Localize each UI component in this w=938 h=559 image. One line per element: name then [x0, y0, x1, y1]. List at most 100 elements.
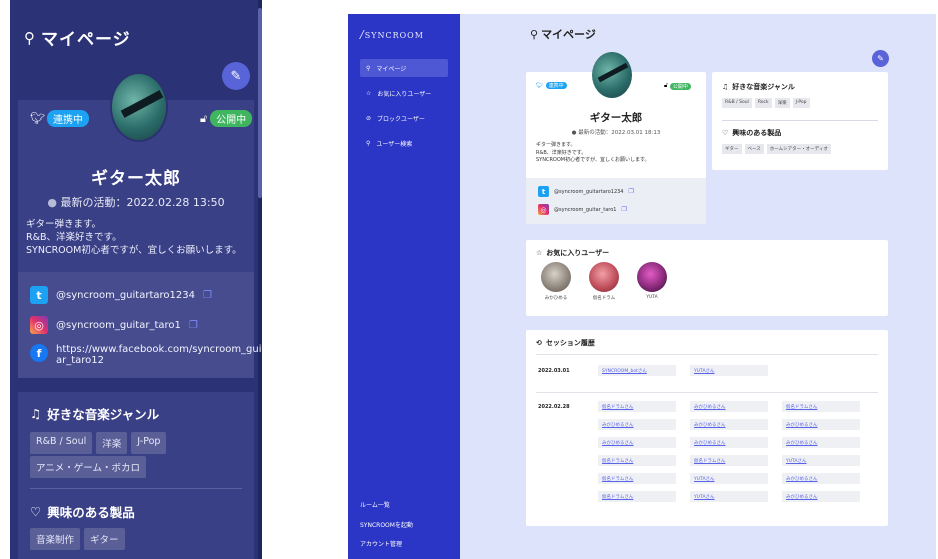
favorite-user[interactable]: YUTA	[632, 262, 672, 300]
copy-icon[interactable]: ❐	[189, 320, 198, 331]
genre-chip: アニメ・ゲーム・ボカロ	[30, 456, 147, 478]
session-user-link[interactable]: みかひめるさん	[782, 491, 860, 502]
instagram-icon: ◎	[30, 316, 48, 334]
facebook-link[interactable]: f https://www.facebook.com/syncroom_guit…	[30, 344, 262, 366]
product-chip: 音楽制作	[30, 528, 81, 550]
product-chip: ベース	[744, 144, 764, 154]
sessions-section-title: ⟲ セッション履歴	[536, 338, 595, 348]
session-user-link[interactable]: みかひめるさん	[598, 437, 676, 448]
heart-icon: ♡	[722, 129, 729, 137]
session-user-link[interactable]: みかひめるさん	[782, 419, 860, 430]
session-user-link[interactable]: YUTAさん	[782, 455, 860, 466]
favorite-user[interactable]: 仮名ドラム	[584, 262, 624, 301]
brand-logo[interactable]: ∕SYNCROOM	[360, 28, 424, 41]
session-date: 2022.02.28	[538, 404, 570, 410]
session-user-link[interactable]: 仮名ドラムさん	[782, 401, 860, 412]
favorites-section-title: ☆ お気に入りユーザー	[536, 248, 609, 258]
status-dot-icon: ●	[571, 130, 577, 136]
instagram-link[interactable]: ◎ @syncroom_guitar_taro1 ❐	[30, 316, 198, 334]
bio-line: R&B、洋楽好きです。	[536, 149, 587, 156]
products-section-title: ♡ 興味のある製品	[30, 502, 135, 521]
twitter-linked-badge: 連携中	[545, 82, 567, 89]
twitter-link[interactable]: t @syncroom_guitartaro1234 ❐	[30, 286, 212, 304]
twitter-link-status: 🐦︎ 連携中	[30, 110, 89, 127]
last-activity: ● 最新の活動：2022.03.01 18:13	[526, 128, 706, 136]
session-user-link[interactable]: みかひめるさん	[690, 419, 768, 430]
session-user-link[interactable]: YUTAさん	[690, 473, 768, 484]
genre-section-title: ♫ 好きな音楽ジャンル	[722, 82, 795, 92]
divider	[722, 120, 878, 121]
twitter-icon: 🐦︎	[30, 111, 46, 125]
genre-chip: Rock	[754, 98, 772, 108]
public-badge: 公開中	[669, 82, 691, 90]
session-user-link[interactable]: 仮名ドラムさん	[598, 401, 676, 412]
session-user-link[interactable]: みかひめるさん	[782, 437, 860, 448]
sidebar-item-favorites[interactable]: ☆ お気に入りユーザー	[360, 84, 448, 102]
sidebar-item-mypage[interactable]: ⚲ マイページ	[360, 59, 448, 77]
product-chip: ホームシアター・オーディオ	[766, 144, 831, 154]
genre-section-title: ♫ 好きな音楽ジャンル	[30, 404, 159, 423]
session-user-link[interactable]: 仮名ドラムさん	[598, 473, 676, 484]
star-icon: ☆	[536, 249, 543, 257]
unlock-icon: 🔓︎	[200, 111, 208, 125]
history-icon: ⟲	[536, 339, 542, 347]
session-user-link[interactable]: みかひめるさん	[598, 419, 676, 430]
genre-chips: アニメ・ゲーム・ボカロ	[30, 456, 147, 478]
sidebar-link-launch[interactable]: SYNCROOMを起動	[360, 520, 413, 529]
edit-profile-button[interactable]: ✎	[222, 62, 250, 90]
avatar	[589, 262, 619, 292]
search-icon: ⚲	[366, 139, 371, 147]
session-user-link[interactable]: みかひめるさん	[690, 401, 768, 412]
sidebar-link-rooms[interactable]: ルーム一覧	[360, 500, 390, 509]
favorites-card: ☆ お気に入りユーザー みかひめる 仮名ドラム YUTA	[526, 240, 888, 316]
products-title-text: 興味のある製品	[47, 505, 135, 520]
profile-card: 🐦︎ 連携中 🔓︎ 公開中 ギター太郎 ● 最新の活動：2022.03.01 1…	[526, 52, 706, 224]
interests-card: ♫ 好きな音楽ジャンル R&B / Soul 洋楽 J-Pop アニメ・ゲーム・…	[18, 392, 254, 559]
profile-card: 🐦︎ 連携中 🔓︎ 公開中 ギター太郎 ● 最新の活動：2022.02.28 1…	[18, 72, 262, 378]
scrollbar-thumb[interactable]	[258, 8, 262, 198]
session-user-link[interactable]: みかひめるさん	[782, 473, 860, 484]
session-user-link[interactable]: みかひめるさん	[690, 437, 768, 448]
desktop-view: ∕SYNCROOM ⚲ マイページ ☆ お気に入りユーザー ⊘ ブロックユーザー…	[348, 14, 936, 559]
copy-icon[interactable]: ❐	[203, 290, 212, 301]
session-user-link[interactable]: SYNCROOM_botさん	[598, 365, 676, 376]
edit-profile-button[interactable]: ✎	[872, 50, 889, 67]
bio-line: SYNCROOM初心者ですが、宜しくお願いします。	[536, 157, 650, 163]
visibility-status[interactable]: 🔓︎ 公開中	[664, 82, 691, 90]
favorite-user[interactable]: みかひめる	[536, 262, 576, 301]
sidebar: ∕SYNCROOM ⚲ マイページ ☆ お気に入りユーザー ⊘ ブロックユーザー…	[348, 14, 460, 559]
session-user-link[interactable]: 仮名ドラムさん	[598, 455, 676, 466]
twitter-icon: t	[30, 286, 48, 304]
divider	[536, 354, 878, 355]
favorite-user-name: YUTA	[646, 295, 658, 300]
sidebar-item-blocked[interactable]: ⊘ ブロックユーザー	[360, 109, 448, 127]
twitter-link[interactable]: t @syncroom_guitartaro1234 ❐	[538, 186, 634, 197]
twitter-icon: 🐦︎	[536, 82, 544, 89]
copy-icon[interactable]: ❐	[621, 206, 626, 213]
divider	[30, 488, 242, 489]
stage: ⚲ マイページ ✎ 🐦︎ 連携中 🔓︎ 公開中 ギター太郎 ● 最新の活動：20…	[0, 0, 938, 559]
pencil-icon: ✎	[877, 54, 884, 63]
sidebar-item-search[interactable]: ⚲ ユーザー検索	[360, 134, 448, 152]
session-user-link[interactable]: YUTAさん	[690, 365, 768, 376]
sidebar-link-account[interactable]: アカウント管理	[360, 539, 402, 548]
last-activity-text: 最新の活動：2022.03.01 18:13	[578, 130, 661, 136]
sidebar-item-label: ブロックユーザー	[377, 115, 425, 123]
bio: ギター弾きます。 R&B、洋楽好きです。 SYNCROOM初心者ですが、宜しくお…	[26, 218, 250, 257]
copy-icon[interactable]: ❐	[628, 188, 633, 195]
session-user-link[interactable]: YUTAさん	[690, 491, 768, 502]
star-icon: ☆	[366, 89, 372, 97]
avatar	[110, 72, 168, 142]
genre-title-text: 好きな音楽ジャンル	[732, 83, 795, 91]
page-title-text: マイページ	[41, 30, 131, 50]
avatar	[592, 52, 632, 98]
sidebar-item-label: ユーザー検索	[376, 140, 413, 148]
mobile-view: ⚲ マイページ ✎ 🐦︎ 連携中 🔓︎ 公開中 ギター太郎 ● 最新の活動：20…	[10, 0, 262, 559]
visibility-status[interactable]: 🔓︎ 公開中	[200, 110, 253, 127]
session-user-link[interactable]: 仮名ドラムさん	[690, 455, 768, 466]
social-links: t @syncroom_guitartaro1234 ❐ ◎ @syncroom…	[18, 272, 262, 378]
session-user-link[interactable]: 仮名ドラムさん	[598, 491, 676, 502]
instagram-link[interactable]: ◎ @syncroom_guitar_taro1 ❐	[538, 204, 627, 215]
favorite-user-name: みかひめる	[544, 296, 568, 301]
block-icon: ⊘	[366, 114, 372, 122]
